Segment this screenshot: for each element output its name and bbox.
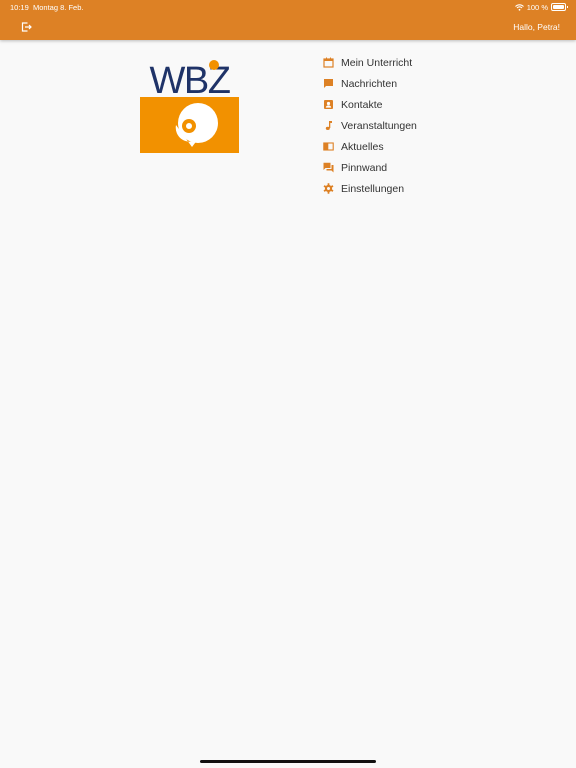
calendar-icon	[322, 57, 334, 69]
wifi-icon	[514, 3, 524, 11]
menu-item-kontakte[interactable]: Kontakte	[322, 94, 417, 115]
music-note-icon	[322, 120, 334, 132]
message-icon	[322, 78, 334, 90]
greeting: Hallo, Petra!	[513, 22, 560, 32]
menu-item-pinnwand[interactable]: Pinnwand	[322, 157, 417, 178]
contact-card-icon	[322, 99, 334, 111]
menu-item-einstellungen[interactable]: Einstellungen	[322, 178, 417, 199]
wbz-logo: WBZ	[140, 57, 239, 153]
status-time: 10:19	[10, 3, 29, 12]
news-icon	[322, 141, 334, 153]
status-indicators: 100 %	[514, 2, 568, 12]
menu-label: Einstellungen	[341, 182, 405, 195]
menu-item-aktuelles[interactable]: Aktuelles	[322, 136, 417, 157]
logout-icon[interactable]	[20, 21, 32, 33]
menu-label: Kontakte	[341, 98, 383, 111]
gear-icon	[322, 183, 334, 195]
menu-item-veranstaltungen[interactable]: Veranstaltungen	[322, 115, 417, 136]
home-indicator[interactable]	[200, 760, 376, 763]
menu-label: Pinnwand	[341, 161, 388, 174]
battery-percentage: 100 %	[526, 2, 548, 12]
logo-dot	[209, 60, 219, 70]
menu-label: Nachrichten	[341, 77, 398, 90]
main-menu: Mein Unterricht Nachrichten Kontakte Ver…	[322, 52, 417, 199]
status-date: Montag 8. Feb.	[33, 3, 84, 12]
app-header: 10:19 Montag 8. Feb. 100 % Hallo, Petra!	[0, 0, 576, 40]
forum-icon	[322, 162, 334, 174]
menu-label: Veranstaltungen	[341, 119, 417, 132]
battery-icon	[551, 3, 568, 11]
menu-item-nachrichten[interactable]: Nachrichten	[322, 73, 417, 94]
menu-item-mein-unterricht[interactable]: Mein Unterricht	[322, 52, 417, 73]
menu-label: Aktuelles	[341, 140, 384, 153]
menu-label: Mein Unterricht	[341, 56, 413, 69]
